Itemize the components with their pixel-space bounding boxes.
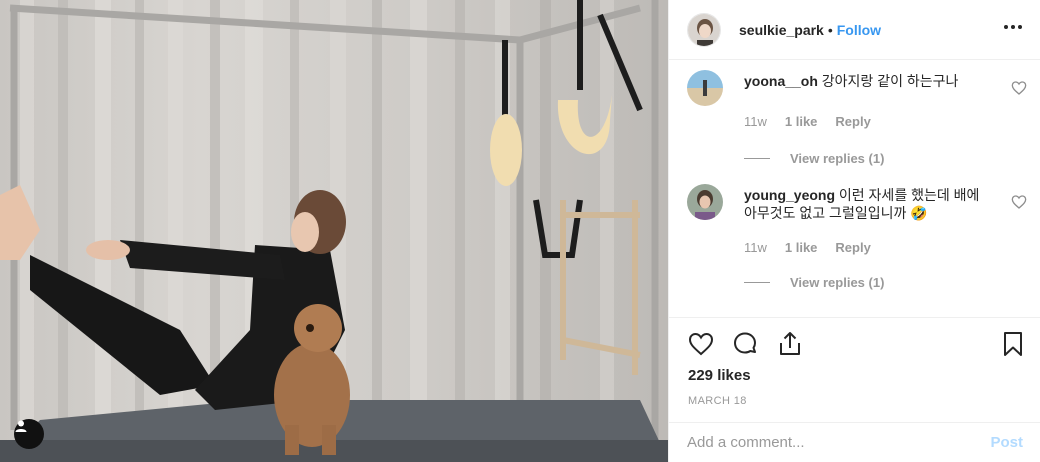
view-replies-label: View replies (1) (790, 151, 885, 166)
header-separator: • (827, 21, 833, 38)
comment-text: 강아지랑 같이 하는구나 (821, 73, 959, 89)
post-comment-button[interactable]: Post (990, 434, 1023, 451)
add-comment-bar: Post (669, 422, 1040, 462)
comments-list: yoona__oh 강아지랑 같이 하는구나 11w 1 like Reply … (669, 61, 1040, 317)
comment-username[interactable]: young_yeong (744, 187, 835, 203)
comment-icon[interactable] (731, 330, 759, 358)
post-date: MARCH 18 (688, 395, 747, 407)
comment-meta: 11w 1 like Reply (744, 240, 889, 255)
heart-icon[interactable] (687, 330, 715, 358)
comment-input[interactable] (687, 434, 991, 451)
reply-button[interactable]: Reply (835, 240, 870, 255)
more-options-icon[interactable] (1002, 15, 1024, 39)
reply-button[interactable]: Reply (835, 114, 870, 129)
post-actions: 229 likes MARCH 18 (669, 317, 1040, 422)
replies-divider (744, 282, 770, 283)
commenter-avatar[interactable] (687, 70, 723, 106)
commenter-avatar[interactable] (687, 184, 723, 220)
comment-username[interactable]: yoona__oh (744, 73, 818, 89)
pilates-scene-image (0, 0, 668, 462)
comment-like-count[interactable]: 1 like (785, 240, 818, 255)
like-count[interactable]: 229 likes (688, 367, 751, 384)
bookmark-icon[interactable] (999, 330, 1027, 358)
author-avatar[interactable] (687, 12, 721, 47)
comment-text-block: young_yeong 이런 자세를 했는데 배에 아무것도 없고 그럴일입니까… (744, 186, 996, 222)
comment-age: 11w (744, 114, 767, 129)
follow-button[interactable]: Follow (837, 22, 881, 38)
user-tag-icon[interactable] (14, 419, 44, 449)
post-header: seulkie_park • Follow (669, 0, 1040, 60)
comment-age: 11w (744, 240, 767, 255)
view-replies-label: View replies (1) (790, 275, 885, 290)
share-icon[interactable] (776, 330, 804, 358)
like-comment-heart-icon[interactable] (1011, 80, 1027, 96)
comment-meta: 11w 1 like Reply (744, 114, 889, 129)
replies-divider (744, 158, 770, 159)
post-side-panel: seulkie_park • Follow yoona__oh 강아지랑 같이 … (668, 0, 1040, 462)
author-username[interactable]: seulkie_park (739, 22, 824, 38)
like-comment-heart-icon[interactable] (1011, 194, 1027, 210)
comment-like-count[interactable]: 1 like (785, 114, 818, 129)
comment-text-block: yoona__oh 강아지랑 같이 하는구나 (744, 72, 996, 90)
post-photo[interactable] (0, 0, 668, 462)
view-replies-button[interactable]: View replies (1) (744, 151, 884, 166)
view-replies-button[interactable]: View replies (1) (744, 275, 884, 290)
